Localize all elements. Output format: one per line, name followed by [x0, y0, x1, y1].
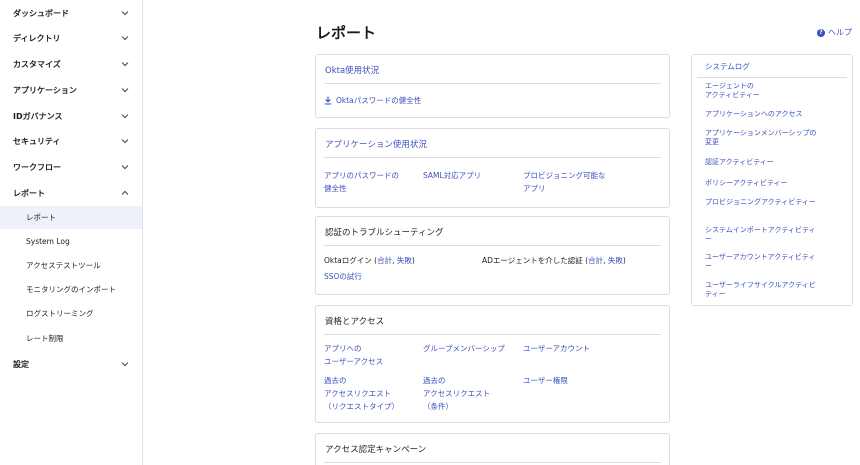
- sidebar-item-applications[interactable]: アプリケーション: [0, 79, 142, 101]
- app-access-link[interactable]: アプリケーションへのアクセス: [705, 110, 820, 119]
- ad-agent-login-row: ADエージェントを介した認証 (合計, 失敗): [482, 254, 626, 267]
- system-log-panel: システムログ エージェントの アクティビティー アプリケーションへのアクセス ア…: [691, 54, 853, 306]
- divider: [324, 83, 661, 84]
- sidebar-item-label: ダッシュボード: [13, 8, 69, 18]
- sidebar-subitem-system-log[interactable]: System Log: [0, 230, 142, 253]
- help-circle-icon: ?: [817, 28, 825, 37]
- sidebar-item-workflow[interactable]: ワークフロー: [0, 156, 142, 178]
- ad-login-failed-link[interactable]: 失敗: [608, 256, 623, 265]
- sidebar-item-security[interactable]: セキュリティ: [0, 130, 142, 152]
- sidebar-item-label: レポート: [13, 188, 45, 198]
- sidebar-subitem-reports[interactable]: レポート: [0, 206, 142, 229]
- card-title: アクセス認定キャンペーン: [325, 445, 427, 455]
- sidebar-item-label: IDガバナンス: [13, 111, 63, 121]
- chevron-down-icon: [120, 8, 130, 18]
- chevron-down-icon: [120, 33, 130, 43]
- help-label: ヘルプ: [828, 28, 852, 37]
- card-title[interactable]: アプリケーション使用状況: [325, 138, 427, 150]
- user-account-activity-link[interactable]: ユーザーアカウントアクティビティー: [705, 253, 820, 271]
- sidebar-item-label: ワークフロー: [13, 162, 61, 172]
- sidebar-item-id-governance[interactable]: IDガバナンス: [0, 105, 142, 127]
- page-title: レポート: [316, 24, 377, 42]
- ad-agent-login-label: ADエージェントを介した認証 (: [482, 256, 589, 265]
- provisioning-activity-link[interactable]: プロビジョニングアクティビティー: [705, 198, 820, 207]
- okta-password-health-link[interactable]: Oktaパスワードの健全性: [336, 94, 421, 107]
- chevron-down-icon: [120, 111, 130, 121]
- app-password-health-link[interactable]: アプリのパスワードの 健全性: [324, 169, 399, 195]
- chevron-up-icon: [120, 188, 130, 198]
- chevron-down-icon: [120, 85, 130, 95]
- sidebar-item-reports[interactable]: レポート: [0, 182, 142, 204]
- card-auth-troubleshooting: 認証のトラブルシューティング Oktaログイン (合計, 失敗) ADエージェン…: [315, 216, 670, 295]
- sidebar-subitem-rate-limits[interactable]: レート制限: [0, 327, 142, 350]
- provisionable-apps-link[interactable]: プロビジョニング可能な アプリ: [523, 169, 606, 195]
- saml-apps-link[interactable]: SAML対応アプリ: [423, 169, 481, 182]
- system-log-link[interactable]: システムログ: [705, 61, 750, 72]
- divider: [324, 245, 661, 246]
- sidebar-subitem-import-monitoring[interactable]: モニタリングのインポート: [0, 278, 142, 301]
- card-access-certification: アクセス認定キャンペーン: [315, 433, 670, 465]
- sidebar-item-customize[interactable]: カスタマイズ: [0, 53, 142, 75]
- policy-activity-link[interactable]: ポリシーアクティビティー: [705, 179, 820, 188]
- sidebar-item-label: セキュリティ: [13, 136, 61, 146]
- sidebar: ダッシュボード ディレクトリ カスタマイズ アプリケーション IDガバナンス セ…: [0, 0, 143, 465]
- card-app-usage: アプリケーション使用状況 アプリのパスワードの 健全性 SAML対応アプリ プロ…: [315, 128, 670, 208]
- divider: [324, 334, 661, 335]
- user-accounts-link[interactable]: ユーザーアカウント: [523, 342, 590, 355]
- divider: [324, 462, 661, 463]
- divider: [324, 157, 661, 158]
- card-title: 認証のトラブルシューティング: [325, 228, 444, 238]
- app-user-access-link[interactable]: アプリへの ユーザーアクセス: [324, 342, 383, 368]
- sidebar-item-label: 設定: [13, 359, 29, 369]
- user-lifecycle-activity-link[interactable]: ユーザーライフサイクルアクティビティー: [705, 281, 820, 299]
- okta-login-total-link[interactable]: 合計: [377, 256, 392, 265]
- okta-login-label: Oktaログイン (: [324, 256, 378, 265]
- okta-login-row: Oktaログイン (合計, 失敗): [324, 254, 415, 267]
- sidebar-item-label: アプリケーション: [13, 85, 77, 95]
- okta-login-failed-link[interactable]: 失敗: [397, 256, 412, 265]
- chevron-down-icon: [120, 136, 130, 146]
- sidebar-item-settings[interactable]: 設定: [0, 353, 142, 375]
- sidebar-subitem-log-streaming[interactable]: ログストリーミング: [0, 302, 142, 325]
- app-membership-change-link[interactable]: アプリケーションメンバーシップの変更: [705, 129, 820, 147]
- paren-close: ): [622, 256, 626, 265]
- group-membership-link[interactable]: グループメンバーシップ: [423, 342, 505, 355]
- sidebar-item-dashboard[interactable]: ダッシュボード: [0, 2, 142, 24]
- ad-login-total-link[interactable]: 合計: [588, 256, 603, 265]
- card-okta-usage: Okta使用状況 Oktaパスワードの健全性: [315, 54, 670, 118]
- chevron-down-icon: [120, 162, 130, 172]
- card-entitlements-access: 資格とアクセス アプリへの ユーザーアクセス グループメンバーシップ ユーザーア…: [315, 305, 670, 423]
- past-access-requests-by-condition-link[interactable]: 過去の アクセスリクエスト （条件）: [423, 374, 490, 413]
- chevron-down-icon: [120, 359, 130, 369]
- system-import-activity-link[interactable]: システムインポートアクティビティー: [705, 226, 820, 244]
- user-permissions-link[interactable]: ユーザー権限: [523, 374, 568, 387]
- help-link[interactable]: ? ヘルプ: [817, 27, 852, 38]
- card-title[interactable]: Okta使用状況: [325, 64, 379, 76]
- app-root: ダッシュボード ディレクトリ カスタマイズ アプリケーション IDガバナンス セ…: [0, 0, 860, 465]
- card-title: 資格とアクセス: [325, 317, 385, 327]
- download-icon: [324, 96, 332, 105]
- divider: [697, 77, 847, 78]
- sidebar-item-label: ディレクトリ: [13, 33, 61, 43]
- sidebar-subitem-access-test-tool[interactable]: アクセステストツール: [0, 254, 142, 277]
- sidebar-item-directory[interactable]: ディレクトリ: [0, 27, 142, 49]
- chevron-down-icon: [120, 59, 130, 69]
- auth-activity-link[interactable]: 認証アクティビティー: [705, 158, 820, 167]
- paren-close: ): [411, 256, 415, 265]
- sidebar-item-label: カスタマイズ: [13, 59, 61, 69]
- agent-activity-link[interactable]: エージェントの アクティビティー: [705, 82, 820, 100]
- sso-attempts-link[interactable]: SSOの試行: [324, 270, 362, 283]
- past-access-requests-by-type-link[interactable]: 過去の アクセスリクエスト （リクエストタイプ）: [324, 374, 399, 413]
